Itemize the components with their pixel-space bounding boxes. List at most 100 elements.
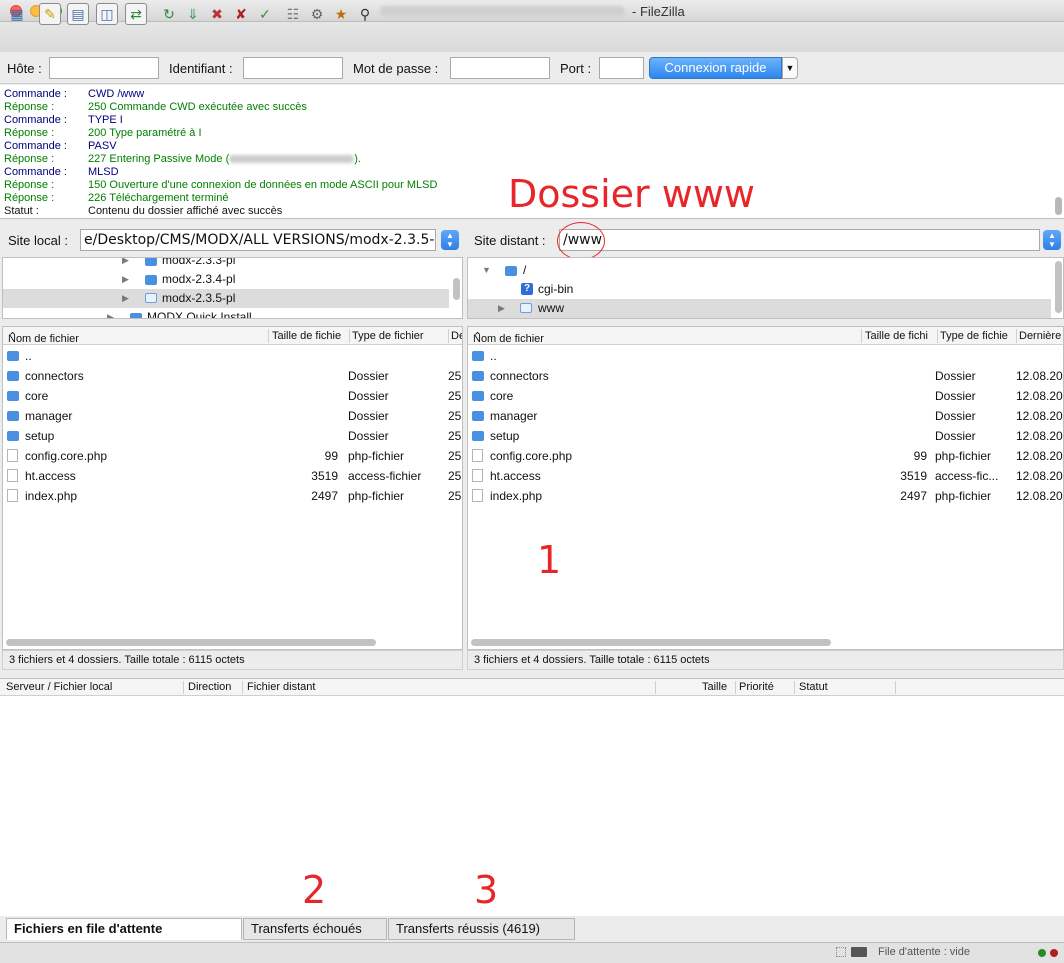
log-line: Réponse :150 Ouverture d'une connexion d… — [4, 179, 438, 191]
column-date[interactable]: Dernière — [1019, 330, 1061, 342]
remote-path-history-stepper[interactable]: ▲ ▼ — [1043, 230, 1061, 250]
site-manager-icon[interactable]: ▦ — [6, 3, 28, 25]
local-file-list: Nom de fichier ⌃ Taille de fichie Type d… — [2, 326, 463, 650]
password-input[interactable] — [450, 57, 550, 79]
remote-tree-toggle-icon[interactable]: ◫ — [96, 3, 118, 25]
process-queue-icon[interactable]: ⇓ — [182, 3, 204, 25]
tab-successful-transfers[interactable]: Transferts réussis (4619) — [388, 918, 575, 940]
local-path-history-stepper[interactable]: ▲ ▼ — [441, 230, 459, 250]
queue-header: Serveur / Fichier local Direction Fichie… — [0, 679, 1064, 696]
table-row[interactable]: config.core.php 99 php-fichier 12.08.20 — [468, 446, 1063, 466]
column-filetype[interactable]: Type de fichie — [940, 330, 1008, 342]
table-row[interactable]: .. — [3, 346, 462, 366]
table-row[interactable]: core Dossier 25 — [3, 386, 462, 406]
quickconnect-button[interactable]: Connexion rapide — [649, 57, 782, 79]
table-row[interactable]: setup Dossier 25 — [3, 426, 462, 446]
log-line: Réponse :227 Entering Passive Mode (). — [4, 153, 361, 165]
table-row[interactable]: index.php 2497 php-fichier 25 — [3, 486, 462, 506]
annotation-dossier-www: Dossier www — [508, 172, 755, 216]
transfer-queue: Serveur / Fichier local Direction Fichie… — [0, 678, 1064, 916]
cancel-operation-icon[interactable]: ✖ — [206, 3, 228, 25]
column-filetype[interactable]: Type de fichier — [352, 330, 424, 342]
message-log-toggle-icon[interactable]: ✎ — [39, 3, 61, 25]
log-line: Commande : CWD /www — [4, 88, 145, 100]
remote-path-input[interactable]: /www — [559, 229, 1040, 251]
quickconnect-history-dropdown[interactable]: ▼ — [782, 57, 798, 79]
tree-item-selected[interactable]: ▶ www — [468, 299, 1051, 318]
remote-list-hscrollbar[interactable] — [471, 639, 831, 646]
column-filename[interactable]: Nom de fichier ⌃ — [8, 330, 79, 345]
toolbar — [0, 22, 1064, 52]
search-files-icon[interactable]: ⚲ — [354, 3, 376, 25]
local-status: 3 fichiers et 4 dossiers. Taille totale … — [2, 650, 463, 670]
column-server-local-file[interactable]: Serveur / Fichier local — [6, 681, 112, 693]
redacted-ip — [229, 155, 355, 164]
table-row[interactable]: connectors Dossier 25 — [3, 366, 462, 386]
table-row[interactable]: manager Dossier 25 — [3, 406, 462, 426]
table-row[interactable]: setup Dossier 12.08.20 — [468, 426, 1063, 446]
local-tree-scrollbar[interactable] — [453, 278, 460, 300]
table-row[interactable]: manager Dossier 12.08.20 — [468, 406, 1063, 426]
remote-status: 3 fichiers et 4 dossiers. Taille totale … — [467, 650, 1064, 670]
tab-failed-transfers[interactable]: Transferts échoués — [243, 918, 387, 940]
window-title: - FileZilla — [632, 4, 685, 19]
table-row[interactable]: core Dossier 12.08.20 — [468, 386, 1063, 406]
host-input[interactable] — [49, 57, 159, 79]
tree-item[interactable]: ▶ MODX Quick Install — [3, 308, 449, 318]
table-row[interactable]: index.php 2497 php-fichier 12.08.20 — [468, 486, 1063, 506]
column-filename[interactable]: Nom de fichier ⌃ — [473, 330, 544, 345]
queue-toggle-icon[interactable]: ⇄ — [125, 3, 147, 25]
directory-listing-filters-icon[interactable]: ☷ — [282, 3, 304, 25]
user-input[interactable] — [243, 57, 343, 79]
log-scrollbar[interactable] — [1055, 197, 1062, 215]
send-activity-led-icon — [1038, 949, 1046, 957]
reconnect-icon[interactable]: ✓ — [254, 3, 276, 25]
annotation-number-3: 3 — [474, 868, 499, 912]
password-label: Mot de passe : — [353, 61, 439, 76]
column-status[interactable]: Statut — [799, 681, 828, 693]
table-row[interactable]: config.core.php 99 php-fichier 25 — [3, 446, 462, 466]
column-date[interactable]: De — [451, 330, 462, 342]
remote-file-list: Nom de fichier ⌃ Taille de fichi Type de… — [467, 326, 1064, 650]
column-direction[interactable]: Direction — [188, 681, 231, 693]
column-size[interactable]: Taille — [702, 681, 727, 693]
table-row[interactable]: ht.access 3519 access-fic... 12.08.20 — [468, 466, 1063, 486]
tree-item[interactable]: ? cgi-bin — [468, 280, 1051, 299]
port-label: Port : — [560, 61, 592, 76]
local-file-list-header: Nom de fichier ⌃ Taille de fichie Type d… — [3, 327, 462, 345]
user-label: Identifiant : — [169, 61, 233, 76]
tree-item[interactable]: ▶ modx-2.3.3-pl — [3, 258, 449, 270]
receive-activity-led-icon — [1050, 949, 1058, 957]
column-priority[interactable]: Priorité — [739, 681, 774, 693]
tree-item-root[interactable]: ▼ / — [468, 261, 1051, 280]
local-site-label: Site local : — [8, 233, 68, 248]
log-line: Réponse :200 Type paramétré à I — [4, 127, 202, 139]
tree-item-selected[interactable]: ▶ modx-2.3.5-pl — [3, 289, 449, 308]
log-line: Commande : MLSD — [4, 166, 119, 178]
log-line: Réponse :250 Commande CWD exécutée avec … — [4, 101, 307, 113]
refresh-icon[interactable]: ↻ — [158, 3, 180, 25]
annotation-number-1: 1 — [537, 538, 562, 582]
remote-tree-scrollbar[interactable] — [1055, 261, 1062, 313]
port-input[interactable] — [599, 57, 644, 79]
tree-item[interactable]: ▶ modx-2.3.4-pl — [3, 270, 449, 289]
annotation-number-2: 2 — [302, 868, 327, 912]
table-row[interactable]: connectors Dossier 12.08.20 — [468, 366, 1063, 386]
synchronized-browsing-icon[interactable]: ⚙ — [306, 3, 328, 25]
local-tree-toggle-icon[interactable]: ▤ — [67, 3, 89, 25]
table-row[interactable]: ht.access 3519 access-fichier 25 — [3, 466, 462, 486]
tab-queued-files[interactable]: Fichiers en file d'attente — [6, 918, 242, 940]
remote-file-list-header: Nom de fichier ⌃ Taille de fichi Type de… — [468, 327, 1063, 345]
column-filesize[interactable]: Taille de fichi — [865, 330, 928, 342]
column-filesize[interactable]: Taille de fichie — [272, 330, 341, 342]
table-row[interactable]: .. — [468, 346, 1063, 366]
host-label: Hôte : — [7, 61, 42, 76]
local-path-input[interactable]: e/Desktop/CMS/MODX/ALL VERSIONS/modx-2.3… — [80, 229, 436, 251]
transfer-type-icon — [851, 947, 867, 957]
column-remote-file[interactable]: Fichier distant — [247, 681, 315, 693]
local-list-hscrollbar[interactable] — [6, 639, 376, 646]
directory-comparison-icon[interactable]: ★ — [330, 3, 352, 25]
disconnect-icon[interactable]: ✘ — [230, 3, 252, 25]
log-line: Commande : PASV — [4, 140, 117, 152]
remote-site-label: Site distant : — [474, 233, 546, 248]
